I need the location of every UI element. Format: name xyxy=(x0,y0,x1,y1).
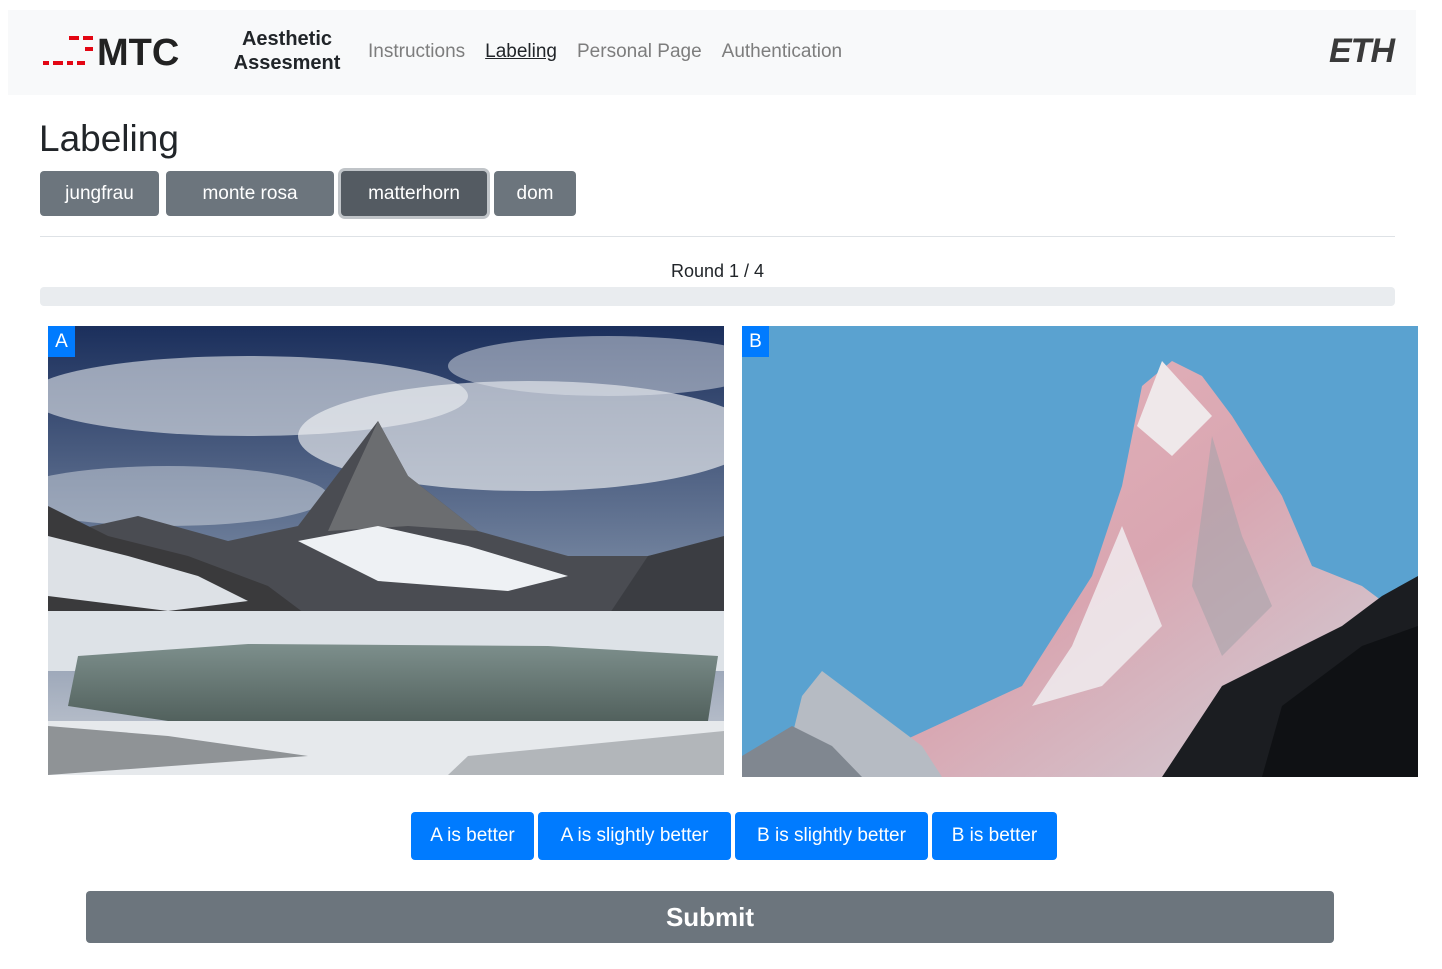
logo-text: MTC xyxy=(97,32,179,74)
b-is-better-button[interactable]: B is better xyxy=(932,812,1057,860)
choice-buttons: A is better A is slightly better B is sl… xyxy=(411,812,1057,860)
nav-link-labeling[interactable]: Labeling xyxy=(485,40,557,64)
image-a-picture xyxy=(48,326,724,775)
image-a-tag: A xyxy=(48,326,75,357)
submit-button[interactable]: Submit xyxy=(86,891,1334,943)
nav-link-authentication[interactable]: Authentication xyxy=(722,40,842,64)
brand-line-2: Assesment xyxy=(233,52,341,74)
image-a[interactable]: A xyxy=(48,326,724,775)
a-is-slightly-better-button[interactable]: A is slightly better xyxy=(538,812,731,860)
a-is-better-button[interactable]: A is better xyxy=(411,812,534,860)
image-b[interactable]: B xyxy=(742,326,1418,777)
brand-title: Aesthetic Assesment xyxy=(228,27,346,75)
eth-logo[interactable]: ETH xyxy=(1329,32,1395,71)
image-b-picture xyxy=(742,326,1418,777)
tab-monte-rosa[interactable]: monte rosa xyxy=(166,171,334,216)
tab-dom[interactable]: dom xyxy=(494,171,576,216)
tab-jungfrau[interactable]: jungfrau xyxy=(40,171,159,216)
mountain-tabs: jungfrau monte rosa matterhorn dom xyxy=(40,171,583,216)
navbar: MTC Aesthetic Assesment Instructions Lab… xyxy=(8,10,1416,95)
nav-links: Instructions Labeling Personal Page Auth… xyxy=(368,40,862,64)
b-is-slightly-better-button[interactable]: B is slightly better xyxy=(735,812,928,860)
nav-link-personal-page[interactable]: Personal Page xyxy=(577,40,702,64)
round-label: Round 1 / 4 xyxy=(670,261,765,281)
page-title: Labeling xyxy=(39,118,179,159)
mtc-logo[interactable]: MTC xyxy=(41,30,211,76)
divider xyxy=(40,236,1395,237)
brand-line-1: Aesthetic xyxy=(241,28,333,50)
nav-link-instructions[interactable]: Instructions xyxy=(368,40,465,64)
image-b-tag: B xyxy=(742,326,769,357)
tab-matterhorn[interactable]: matterhorn xyxy=(341,171,487,216)
progress-bar xyxy=(40,287,1395,306)
